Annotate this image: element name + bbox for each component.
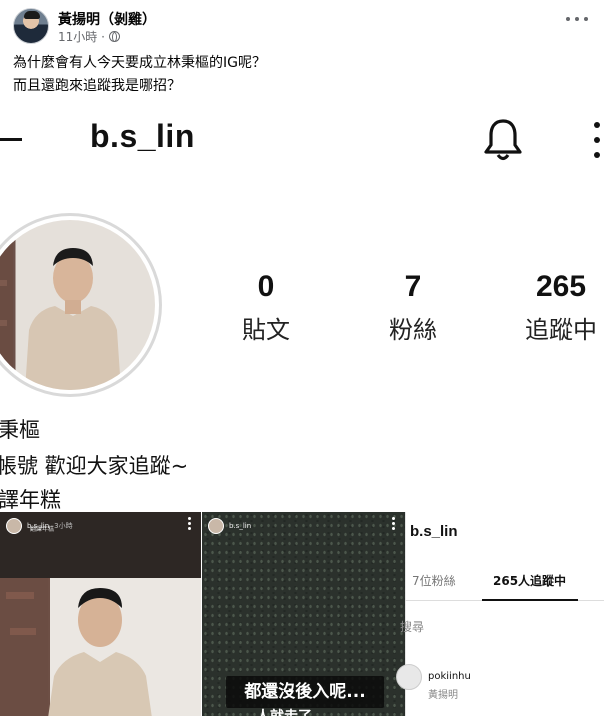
stat-following-label: 追蹤中 bbox=[525, 316, 597, 344]
author-name[interactable]: 黃揚明（剝雞） bbox=[58, 9, 156, 29]
story-more-icon-middle[interactable] bbox=[392, 517, 395, 530]
story-caption-2: 人就走了 bbox=[256, 706, 312, 716]
stat-followers-count: 7 bbox=[404, 270, 422, 303]
story-caption: 都還沒後入呢... bbox=[226, 676, 384, 708]
more-options-button[interactable] bbox=[566, 14, 588, 24]
story-time: 3小時 bbox=[54, 522, 73, 530]
search-input[interactable]: 搜尋 bbox=[400, 618, 600, 638]
story-panel-left[interactable]: b.s_lin 3小時 bbox=[0, 512, 201, 716]
tab-following[interactable]: 265人追蹤中 bbox=[493, 572, 566, 589]
story-avatar-middle bbox=[208, 518, 224, 534]
user-name[interactable]: pokiinhu bbox=[428, 671, 471, 682]
post-text-line-1: 為什麼會有人今天要成立林秉樞的IG呢？ bbox=[13, 55, 266, 71]
ig-username-title: b.s_lin bbox=[90, 118, 195, 154]
ig-bio-name: 秉樞 bbox=[0, 418, 40, 442]
stat-posts-label: 貼文 bbox=[242, 316, 290, 344]
story-username-middle: b.s_lin bbox=[229, 522, 252, 530]
user-avatar[interactable] bbox=[396, 664, 422, 690]
ig-stat-followers[interactable]: 7 粉絲 bbox=[382, 270, 444, 345]
ig-stat-posts[interactable]: 0 貼文 bbox=[236, 270, 296, 345]
tab-followers[interactable]: 7位粉絲 bbox=[412, 572, 456, 589]
ig-bio-line-1: 帳號 歡迎大家追蹤~ bbox=[0, 454, 189, 478]
post-text: 為什麼會有人今天要成立林秉樞的IG呢？ 而且還跑來追蹤我是哪招？ bbox=[13, 52, 266, 98]
stat-followers-label: 粉絲 bbox=[389, 316, 437, 344]
bell-icon bbox=[484, 119, 522, 161]
story-avatar bbox=[6, 518, 22, 534]
story-subtitle: 翻譯年糕 bbox=[30, 526, 55, 533]
story-header-middle: b.s_lin bbox=[208, 518, 251, 534]
stat-following-count: 265 bbox=[535, 270, 587, 303]
ig-bio-line-2: 譯年糕 bbox=[0, 488, 61, 512]
user-fullname: 黃揚明 bbox=[428, 690, 458, 701]
author-avatar[interactable] bbox=[13, 8, 49, 44]
ig-stat-following[interactable]: 265 追蹤中 bbox=[518, 270, 604, 345]
kebab-menu-icon bbox=[594, 122, 602, 158]
story-more-icon[interactable] bbox=[188, 517, 191, 530]
story-photo bbox=[0, 578, 201, 716]
post-text-line-2: 而且還跑來追蹤我是哪招？ bbox=[13, 78, 181, 94]
stat-posts-count: 0 bbox=[257, 270, 275, 303]
profile-photo bbox=[0, 220, 155, 390]
active-tab-indicator bbox=[482, 599, 578, 601]
back-arrow-icon bbox=[0, 138, 22, 141]
public-globe-icon bbox=[108, 31, 120, 42]
post-time[interactable]: 11小時 · bbox=[58, 28, 105, 45]
post-header: 黃揚明（剝雞） 11小時 · 為什麼會有人今天要成立林秉樞的IG呢？ 而且還跑來… bbox=[0, 0, 604, 104]
post-meta: 11小時 · bbox=[58, 28, 120, 45]
follow-panel-title: b.s_lin bbox=[410, 523, 458, 540]
